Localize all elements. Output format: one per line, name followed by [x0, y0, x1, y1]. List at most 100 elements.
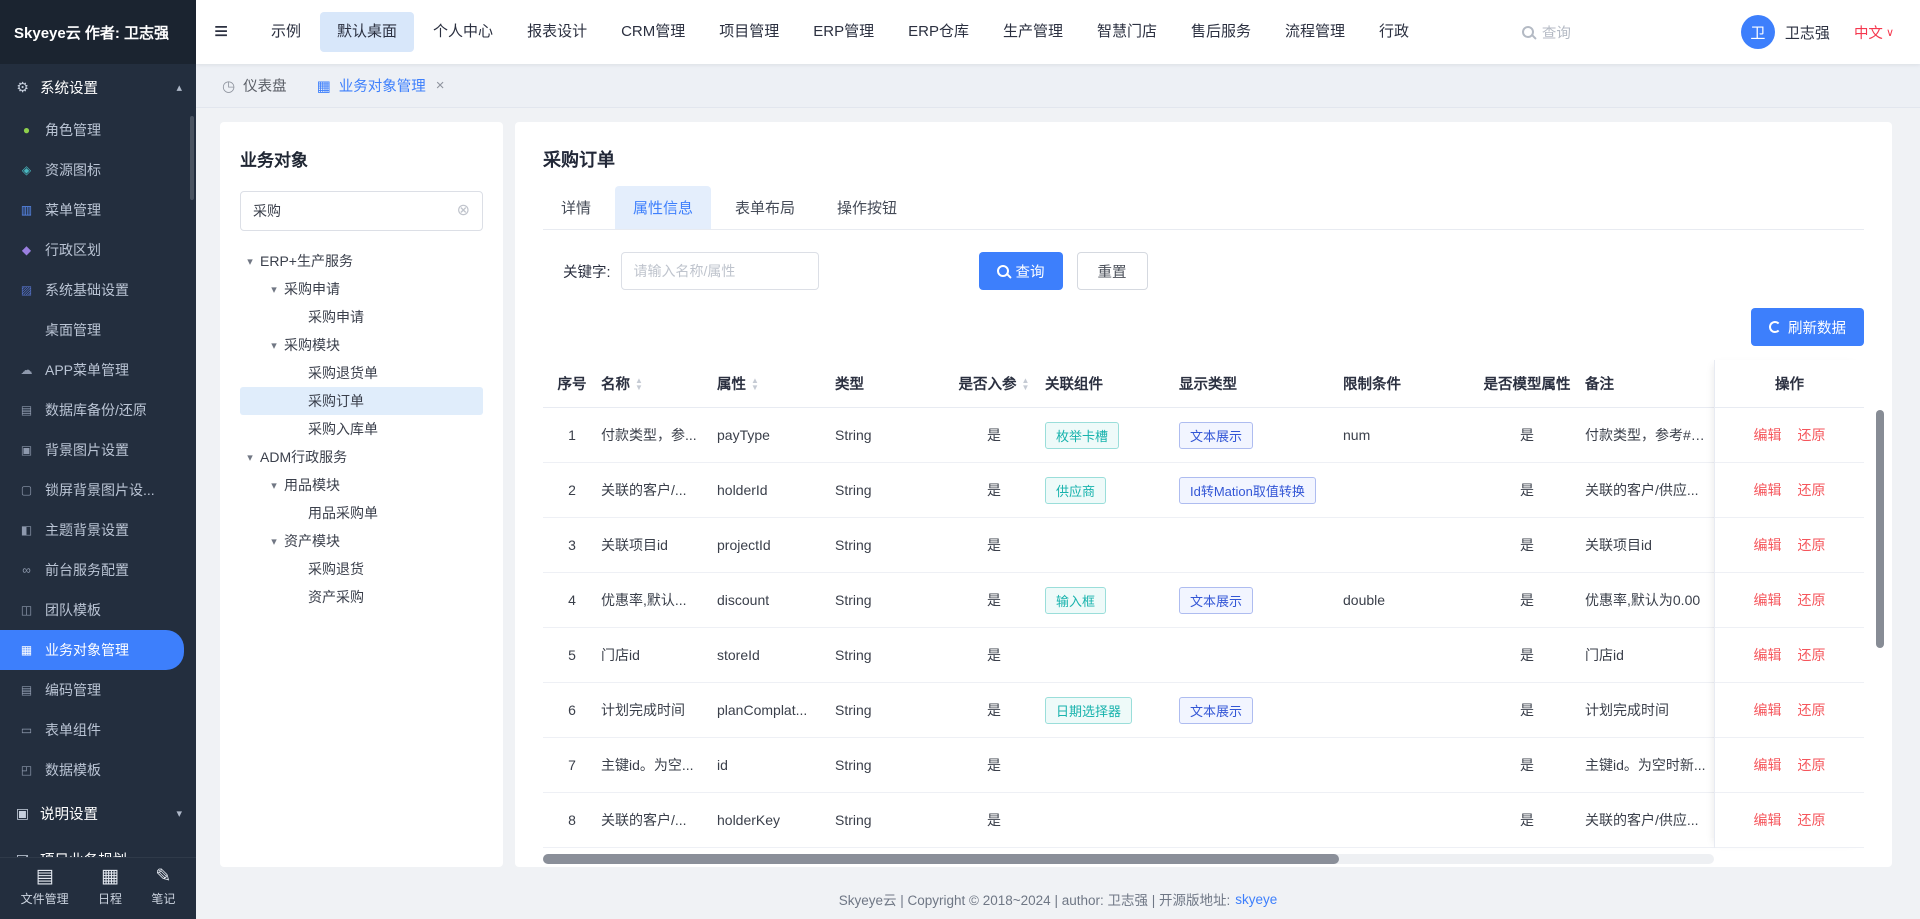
top-nav-tab[interactable]: 默认桌面: [320, 12, 415, 52]
refresh-data-button[interactable]: 刷新数据: [1751, 308, 1864, 346]
tree-node[interactable]: 采购申请: [240, 303, 483, 331]
column-header[interactable]: 是否入参 ▲ ▼: [943, 373, 1045, 394]
dock-item[interactable]: ▤ 文件管理: [21, 866, 69, 907]
detail-tab[interactable]: 详情: [543, 186, 609, 229]
horizontal-scrollbar[interactable]: [543, 854, 1714, 864]
restore-link[interactable]: 还原: [1798, 480, 1826, 500]
edit-link[interactable]: 编辑: [1754, 700, 1782, 720]
sidebar-item[interactable]: ▤ 数据库备份/还原: [0, 390, 196, 430]
sidebar-item[interactable]: ▭ 表单组件: [0, 710, 196, 750]
dock-item[interactable]: ✎ 笔记: [151, 866, 175, 907]
workspace-tab[interactable]: ▦ 业务对象管理 ×: [317, 75, 445, 96]
reset-button[interactable]: 重置: [1076, 252, 1148, 290]
caret-down-icon[interactable]: ▾: [240, 451, 260, 464]
language-switcher[interactable]: 中文 ∨: [1854, 22, 1894, 43]
restore-link[interactable]: 还原: [1798, 755, 1826, 775]
sidebar-item[interactable]: ◰ 数据模板: [0, 750, 196, 790]
top-nav-tab[interactable]: 生产管理: [986, 0, 1080, 64]
tree-node[interactable]: 采购退货单: [240, 359, 483, 387]
search-button[interactable]: 查询: [978, 252, 1063, 290]
edit-link[interactable]: 编辑: [1754, 755, 1782, 775]
clear-input-icon[interactable]: ⊗: [457, 203, 470, 219]
caret-down-icon[interactable]: ▾: [264, 339, 284, 352]
top-nav-tab[interactable]: 行政: [1362, 0, 1426, 64]
top-nav-tab[interactable]: 售后服务: [1174, 0, 1268, 64]
restore-link[interactable]: 还原: [1798, 535, 1826, 555]
restore-link[interactable]: 还原: [1798, 425, 1826, 445]
avatar[interactable]: 卫: [1740, 15, 1775, 49]
hamburger-menu-icon[interactable]: ≡: [214, 20, 228, 44]
restore-link[interactable]: 还原: [1798, 590, 1826, 610]
tree-node[interactable]: ▾ 用品模块: [240, 471, 483, 499]
detail-tab[interactable]: 表单布局: [717, 186, 813, 229]
footer-link[interactable]: skyeye: [1235, 892, 1277, 907]
tree-node[interactable]: 用品采购单: [240, 499, 483, 527]
tree-node[interactable]: 采购退货: [240, 555, 483, 583]
top-nav-tab[interactable]: 报表设计: [510, 0, 604, 64]
vertical-scrollbar[interactable]: [1876, 410, 1884, 830]
tree-node[interactable]: ▾ ADM行政服务: [240, 443, 483, 471]
sidebar-item[interactable]: ◆ 行政区划: [0, 230, 196, 270]
top-nav-tab[interactable]: 示例: [254, 0, 318, 64]
top-nav-tab[interactable]: 流程管理: [1268, 0, 1362, 64]
tree-node[interactable]: 采购入库单: [240, 415, 483, 443]
sidebar-item[interactable]: ◈ 资源图标: [0, 150, 196, 190]
sidebar-item[interactable]: ▤ 编码管理: [0, 670, 196, 710]
column-header[interactable]: 属性 ▲ ▼: [717, 373, 835, 394]
keyword-input[interactable]: [620, 252, 819, 290]
global-search[interactable]: 查询: [1521, 22, 1571, 43]
sidebar-section-project-plan[interactable]: ◪ 项目业务规划 ▾: [0, 836, 196, 858]
horizontal-scrollbar-thumb[interactable]: [543, 854, 1340, 864]
top-nav-tab[interactable]: ERP仓库: [891, 0, 986, 64]
sidebar-section-help-settings[interactable]: ▣ 说明设置 ▾: [0, 790, 196, 836]
edit-link[interactable]: 编辑: [1754, 590, 1782, 610]
restore-link[interactable]: 还原: [1798, 645, 1826, 665]
top-nav-tab[interactable]: ERP管理: [796, 0, 891, 64]
edit-link[interactable]: 编辑: [1754, 480, 1782, 500]
top-nav-tab[interactable]: 智慧门店: [1080, 0, 1174, 64]
caret-down-icon[interactable]: ▾: [264, 535, 284, 548]
sidebar-item[interactable]: ▥ 菜单管理: [0, 190, 196, 230]
dock-item[interactable]: ▦ 日程: [98, 866, 122, 907]
sort-icons[interactable]: ▲ ▼: [751, 376, 759, 391]
workspace-tab[interactable]: ◷ 仪表盘: [222, 75, 287, 96]
sidebar-item[interactable]: ∞ 前台服务配置: [0, 550, 196, 590]
sidebar-item[interactable]: ▣ 背景图片设置: [0, 430, 196, 470]
edit-link[interactable]: 编辑: [1754, 535, 1782, 555]
sidebar-item[interactable]: ▢ 锁屏背景图片设...: [0, 470, 196, 510]
tree-node[interactable]: 资产采购: [240, 583, 483, 611]
sidebar-item[interactable]: ☁ APP菜单管理: [0, 350, 196, 390]
edit-link[interactable]: 编辑: [1754, 810, 1782, 830]
sidebar-section-system-settings[interactable]: ⚙ 系统设置 ▴: [0, 64, 196, 110]
top-nav-tab[interactable]: CRM管理: [604, 0, 702, 64]
edit-link[interactable]: 编辑: [1754, 425, 1782, 445]
column-header[interactable]: 名称 ▲ ▼: [601, 373, 717, 394]
tree-node[interactable]: 采购订单: [240, 387, 483, 415]
restore-link[interactable]: 还原: [1798, 810, 1826, 830]
caret-down-icon[interactable]: ▾: [240, 255, 260, 268]
sidebar-item[interactable]: ◧ 主题背景设置: [0, 510, 196, 550]
detail-tab[interactable]: 操作按钮: [819, 186, 915, 229]
user-name[interactable]: 卫志强: [1785, 22, 1830, 43]
vertical-scrollbar-thumb[interactable]: [1876, 410, 1884, 648]
caret-down-icon[interactable]: ▾: [264, 283, 284, 296]
sidebar-item[interactable]: ◫ 团队模板: [0, 590, 196, 630]
tree-search-input[interactable]: [253, 203, 457, 219]
tree-node[interactable]: ▾ 采购申请: [240, 275, 483, 303]
tree-node[interactable]: ▾ 资产模块: [240, 527, 483, 555]
sidebar-item[interactable]: ● 角色管理: [0, 110, 196, 150]
tree-node[interactable]: ▾ ERP+生产服务: [240, 247, 483, 275]
sidebar-item[interactable]: 桌面管理: [0, 310, 196, 350]
sidebar-item[interactable]: ▨ 系统基础设置: [0, 270, 196, 310]
sidebar-scrollbar[interactable]: [190, 116, 194, 200]
detail-tab[interactable]: 属性信息: [615, 186, 712, 229]
sort-icons[interactable]: ▲ ▼: [635, 376, 643, 391]
caret-down-icon[interactable]: ▾: [264, 479, 284, 492]
top-nav-tab[interactable]: 个人中心: [416, 0, 510, 64]
tree-node[interactable]: ▾ 采购模块: [240, 331, 483, 359]
top-nav-tab[interactable]: 项目管理: [702, 0, 796, 64]
close-icon[interactable]: ×: [436, 77, 445, 94]
edit-link[interactable]: 编辑: [1754, 645, 1782, 665]
sidebar-item[interactable]: ▦ 业务对象管理: [0, 630, 184, 670]
sort-icons[interactable]: ▲ ▼: [1022, 376, 1030, 391]
